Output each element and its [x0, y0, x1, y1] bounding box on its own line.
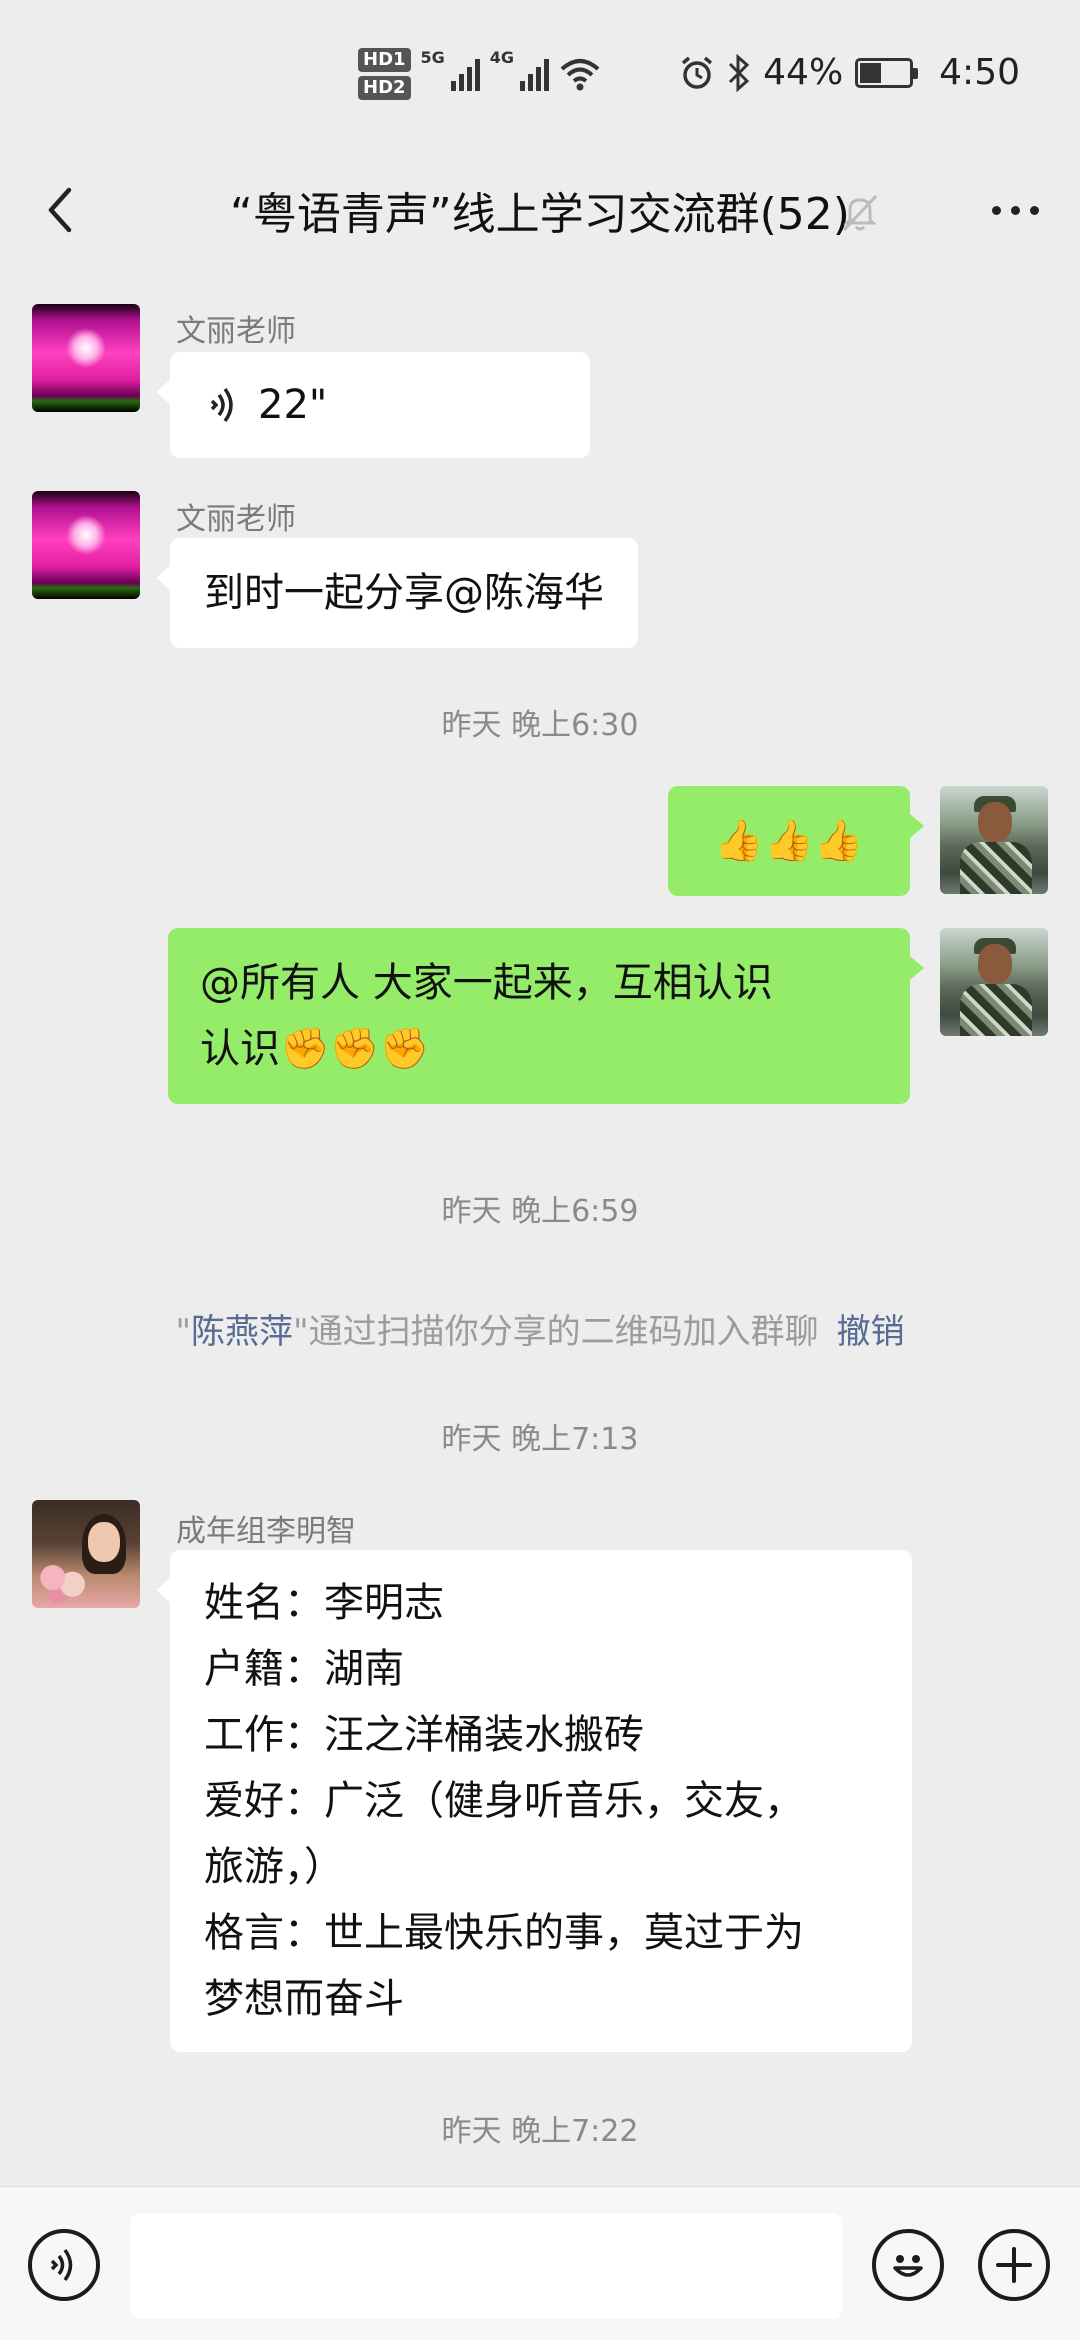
message-text-line: 认识✊✊✊ — [200, 1026, 430, 1072]
voice-input-button[interactable] — [28, 2229, 100, 2301]
bell-off-icon — [842, 194, 878, 232]
message-input[interactable] — [130, 2213, 842, 2319]
timestamp: 昨天 晚上7:13 — [441, 1422, 639, 1457]
alarm-icon — [682, 56, 713, 89]
more-icon-dot — [991, 205, 1001, 215]
message-text: 👍👍👍 — [714, 818, 864, 864]
message-text-line: 格言：世上最快乐的事，莫过于为 — [204, 1910, 804, 1956]
timestamp: 昨天 晚上6:59 — [441, 1194, 639, 1229]
timestamp: 昨天 晚上6:30 — [441, 708, 639, 743]
voice-message[interactable]: 22" — [156, 352, 590, 458]
avatar-self[interactable] — [940, 928, 1048, 1036]
emoji-button[interactable] — [872, 2229, 944, 2301]
message-bubble[interactable]: 姓名：李明志 户籍：湖南 工作：汪之洋桶装水搬砖 爱好：广泛（健身听音乐，交友，… — [156, 1550, 912, 2052]
battery-fill — [860, 62, 882, 83]
avatar[interactable] — [32, 304, 140, 412]
emoji-icon — [893, 2255, 923, 2277]
status-right: 44% 4:50 — [679, 52, 1020, 93]
voice-icon — [50, 2248, 73, 2282]
system-text: "通过扫描你分享的二维码加入群聊 — [293, 1312, 819, 1352]
more-button[interactable] — [980, 180, 1050, 240]
member-name-link[interactable]: 陈燕萍 — [191, 1312, 293, 1352]
hd2-badge: HD2 — [358, 76, 411, 100]
sender-name: 成年组李明智 — [176, 1514, 356, 1549]
sender-name: 文丽老师 — [176, 502, 296, 537]
message-text: 到时一起分享@陈海华 — [204, 570, 604, 616]
message-text-line: 工作：汪之洋桶装水搬砖 — [204, 1712, 644, 1758]
system-message: "陈燕萍"通过扫描你分享的二维码加入群聊 撤销 — [0, 1304, 1080, 1353]
hd1-badge: HD1 — [358, 48, 411, 72]
input-bar — [0, 2186, 1080, 2340]
battery-icon — [855, 57, 919, 88]
undo-link[interactable]: 撤销 — [837, 1312, 905, 1352]
network-type-1: 5G — [420, 48, 445, 67]
back-button[interactable] — [30, 180, 90, 240]
chat-header: “粤语青声”线上学习交流群(52) — [0, 150, 1080, 270]
avatar[interactable] — [32, 491, 140, 599]
battery-percent: 44% — [763, 52, 844, 93]
message-text-line: 梦想而奋斗 — [204, 1976, 404, 2022]
clock: 4:50 — [939, 52, 1020, 93]
system-quote: " — [175, 1312, 191, 1352]
message-bubble[interactable]: 到时一起分享@陈海华 — [156, 538, 638, 648]
status-bar: HD1 HD2 5G 4G 44% 4:50 — [0, 0, 1080, 150]
voice-icon — [210, 387, 233, 423]
message-text-line: 姓名：李明志 — [204, 1580, 444, 1626]
network-indicators: HD1 HD2 5G 4G — [358, 48, 601, 100]
message-text-line: 旅游，） — [204, 1844, 344, 1890]
voice-duration: 22" — [258, 382, 328, 428]
plus-icon — [996, 2247, 1032, 2283]
sender-name: 文丽老师 — [176, 314, 296, 349]
wifi-icon — [560, 59, 600, 91]
network-type-2: 4G — [489, 48, 515, 67]
message-text-line: @所有人 大家一起来，互相认识 — [200, 960, 773, 1006]
more-functions-button[interactable] — [978, 2229, 1050, 2301]
more-icon-dot — [1029, 205, 1039, 215]
more-icon-dot — [1010, 205, 1020, 215]
timestamp: 昨天 晚上7:22 — [441, 2114, 639, 2149]
chat-title: “粤语青声”线上学习交流群(52) — [230, 189, 850, 240]
message-text-line: 爱好：广泛（健身听音乐，交友， — [204, 1778, 804, 1824]
signal-icon-2 — [520, 57, 550, 91]
message-bubble[interactable]: @所有人 大家一起来，互相认识 认识✊✊✊ — [168, 928, 924, 1104]
avatar[interactable] — [32, 1500, 140, 1608]
message-bubble[interactable]: 👍👍👍 — [668, 786, 924, 896]
signal-icon-1 — [450, 57, 480, 91]
avatar-self[interactable] — [940, 786, 1048, 894]
message-text-line: 户籍：湖南 — [204, 1646, 404, 1692]
chevron-left-icon — [48, 187, 72, 233]
bluetooth-icon — [729, 53, 750, 92]
